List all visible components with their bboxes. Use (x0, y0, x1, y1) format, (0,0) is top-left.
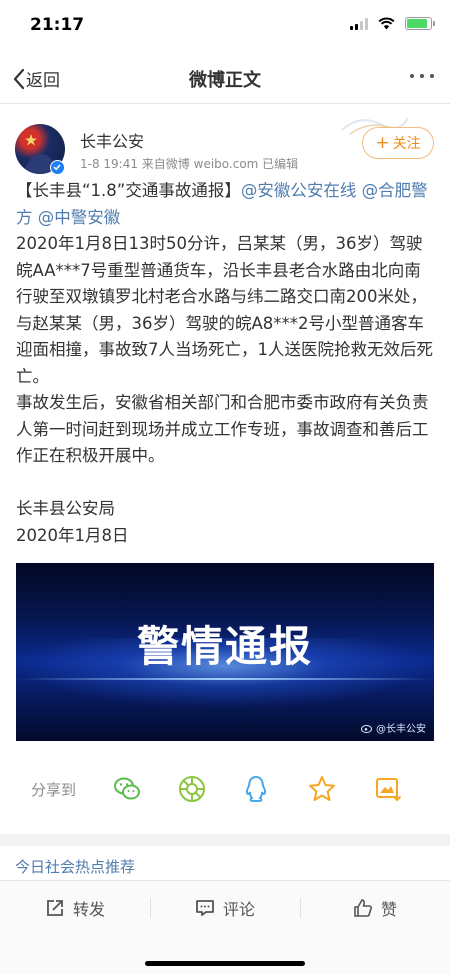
weibo-logo-icon (361, 724, 372, 733)
status-bar: 21:17 (0, 0, 450, 50)
post-image[interactable]: 警情通报 @长丰公安 (16, 563, 434, 741)
repost-icon (47, 899, 63, 916)
post-header: 长丰公安 1-8 19:41 来自微博 weibo.com 已编辑 + 关注 (0, 106, 450, 178)
nav-bar: 返回 微博正文 (0, 54, 450, 104)
share-label: 分享到 (31, 781, 77, 799)
mention-link[interactable]: @安徽公安在线 (241, 181, 357, 200)
mention-link[interactable]: @中警安徽 (38, 208, 121, 227)
image-watermark: @长丰公安 (361, 720, 426, 735)
thumbs-up-icon (354, 898, 372, 917)
share-row: 分享到 (0, 770, 450, 810)
more-options-icon[interactable] (410, 74, 434, 78)
plus-icon: + (375, 132, 390, 153)
follow-label: 关注 (392, 136, 421, 152)
comment-label: 评论 (222, 899, 255, 919)
post-signature: 长丰县公安局 (16, 499, 115, 518)
follow-button[interactable]: + 关注 (362, 127, 434, 159)
battery-icon (405, 17, 435, 30)
comment-icon (196, 899, 214, 916)
cellular-signal-icon (350, 17, 368, 30)
post-meta: 1-8 19:41 来自微博 weibo.com 已编辑 (80, 157, 299, 171)
image-title: 警情通报 (136, 622, 313, 671)
post-date: 2020年1月8日 (16, 525, 129, 545)
status-icons (350, 17, 435, 30)
hot-topics-link[interactable]: 今日社会热点推荐 (15, 856, 135, 877)
repost-label: 转发 (72, 899, 105, 919)
status-time: 21:17 (30, 15, 85, 35)
moments-icon[interactable] (177, 774, 207, 804)
home-indicator[interactable] (145, 961, 305, 966)
battery-level (407, 19, 427, 28)
favorite-star-icon[interactable] (307, 774, 337, 804)
post-title: 【长丰县“1.8”交通事故通报】 (16, 181, 241, 200)
like-button[interactable]: 赞 (300, 881, 450, 934)
post-paragraph: 2020年1月8日13时50分许，吕某某（男，36岁）驾驶皖AA***7号重型普… (16, 234, 433, 386)
comment-button[interactable]: 评论 (150, 881, 300, 934)
wifi-icon (378, 17, 395, 30)
like-label: 赞 (380, 899, 397, 919)
repost-button[interactable]: 转发 (0, 881, 150, 934)
author-name[interactable]: 长丰公安 (80, 128, 144, 152)
post-title-line: 【长丰县“1.8”交通事故通报】@安徽公安在线 @合肥警方 @中警安徽 (16, 178, 436, 231)
save-image-icon[interactable] (373, 774, 403, 804)
verified-badge-icon (50, 160, 65, 175)
post-content: 【长丰县“1.8”交通事故通报】@安徽公安在线 @合肥警方 @中警安徽 2020… (16, 178, 436, 549)
action-bar: 转发 评论 赞 (0, 880, 450, 934)
section-divider (0, 834, 450, 846)
page-title: 微博正文 (189, 70, 261, 91)
qq-icon[interactable] (241, 774, 271, 804)
post-paragraph: 事故发生后，安徽省相关部门和合肥市委市政府有关负责人第一时间赶到现场并成立工作专… (16, 393, 429, 465)
wechat-icon[interactable] (112, 774, 142, 804)
